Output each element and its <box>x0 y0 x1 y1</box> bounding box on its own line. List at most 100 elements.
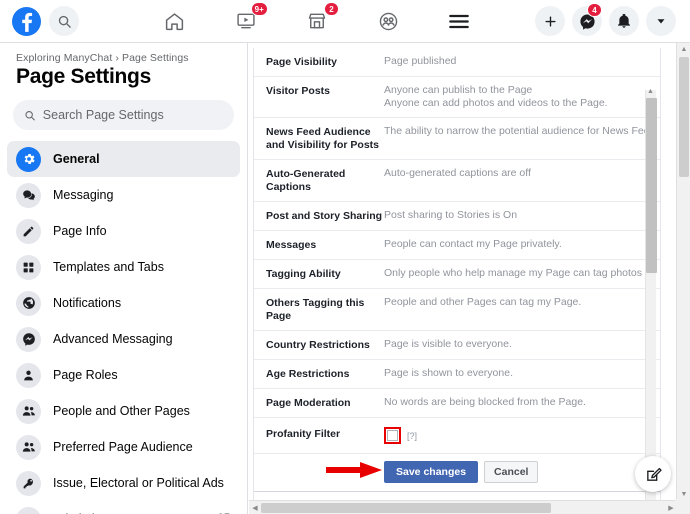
setting-label: Messages <box>266 239 317 251</box>
person-icon <box>16 362 41 388</box>
nav-tab-menu[interactable] <box>437 5 481 37</box>
inner-scrollbar-thumb[interactable] <box>646 98 657 273</box>
sidebar-item-general[interactable]: General <box>7 141 240 177</box>
profanity-checkbox-highlight <box>384 427 401 444</box>
sidebar-item-preferred-page-audience[interactable]: Preferred Page Audience <box>7 429 240 465</box>
sidebar-item-label: Page Info <box>53 224 107 238</box>
sidebar-item-people-and-other-pages[interactable]: People and Other Pages <box>7 393 240 429</box>
setting-value: Post sharing to Stories is On <box>384 209 650 222</box>
setting-label: Others Tagging this Page <box>266 297 365 322</box>
setting-value-line: People can contact my Page privately. <box>384 238 562 250</box>
browser-vertical-scrollbar[interactable]: ▲ ▼ <box>676 43 690 500</box>
setting-value: No words are being blocked from the Page… <box>384 396 650 409</box>
setting-row-post-and-story-sharing[interactable]: Post and Story Sharing Post sharing to S… <box>254 202 660 231</box>
sidebar-item-notifications[interactable]: Notifications <box>7 285 240 321</box>
save-changes-button[interactable]: Save changes <box>384 461 479 483</box>
chat-bubbles-icon <box>16 182 41 208</box>
setting-row-country-restrictions[interactable]: Country Restrictions Page is visible to … <box>254 331 660 360</box>
setting-label: Post and Story Sharing <box>266 210 383 222</box>
setting-row-visitor-posts[interactable]: Visitor Posts Anyone can publish to the … <box>254 77 660 118</box>
people-icon <box>16 434 41 460</box>
sidebar-item-page-roles[interactable]: Page Roles <box>7 357 240 393</box>
sidebar-item-page-info[interactable]: Page Info <box>7 213 240 249</box>
red-pointer-arrow <box>326 462 382 478</box>
setting-label: Visitor Posts <box>266 85 330 97</box>
sidebar-item-advanced-messaging[interactable]: Advanced Messaging <box>7 321 240 357</box>
horizontal-scrollbar-thumb[interactable] <box>261 503 551 513</box>
nav-tab-marketplace[interactable]: 2 <box>295 2 339 37</box>
setting-value: The ability to narrow the potential audi… <box>384 125 650 138</box>
floating-edit-button[interactable] <box>635 456 671 492</box>
nav-tab-watch[interactable]: 9+ <box>224 2 268 37</box>
facebook-logo[interactable] <box>12 6 41 36</box>
setting-value: Page published <box>384 55 650 68</box>
scroll-up-arrow[interactable]: ▲ <box>677 43 690 55</box>
sidebar-item-messaging[interactable]: Messaging <box>7 177 240 213</box>
page-title: Page Settings <box>16 65 151 88</box>
watch-badge: 9+ <box>250 2 268 16</box>
sidebar-item-label: Templates and Tabs <box>53 260 164 274</box>
sidebar-item-label: Page Roles <box>53 368 118 382</box>
nav-tab-home[interactable] <box>153 5 197 37</box>
help-tooltip-link[interactable]: [?] <box>407 431 417 441</box>
setting-value-line: Anyone can publish to the Page <box>384 84 533 96</box>
setting-row-profanity-filter: Profanity Filter [?] <box>254 418 660 453</box>
sidebar-item-templates-and-tabs[interactable]: Templates and Tabs <box>7 249 240 285</box>
setting-value: Only people who help manage my Page can … <box>384 267 650 280</box>
setting-value-line: The ability to narrow the potential audi… <box>384 125 650 137</box>
search-button[interactable] <box>49 6 79 36</box>
sidebar-item-ad-limits[interactable]: Ad Limits <box>7 501 240 514</box>
home-icon <box>165 12 184 30</box>
people-icon <box>16 398 41 424</box>
messenger-icon <box>16 326 41 352</box>
search-page-settings-box[interactable] <box>13 100 234 130</box>
setting-row-news-feed-audience[interactable]: News Feed Audience and Visibility for Po… <box>254 118 660 160</box>
setting-value: Page is shown to everyone. <box>384 367 650 380</box>
sidebar-item-label: Advanced Messaging <box>53 332 173 346</box>
setting-label: Age Restrictions <box>266 368 350 380</box>
setting-value-line: Only people who help manage my Page can … <box>384 267 650 279</box>
nav-right-group: 4 <box>535 3 690 36</box>
setting-row-auto-generated-captions[interactable]: Auto-Generated Captions Auto-generated c… <box>254 160 660 202</box>
sidebar-item-label: People and Other Pages <box>53 404 190 418</box>
account-menu-button[interactable] <box>646 6 676 36</box>
breadcrumb[interactable]: Exploring ManyChat › Page Settings <box>0 43 247 64</box>
nav-left-group <box>0 6 79 36</box>
profanity-filter-checkbox[interactable] <box>387 430 398 441</box>
setting-row-page-visibility[interactable]: Page Visibility Page published <box>254 48 660 77</box>
search-input[interactable] <box>42 108 223 122</box>
top-navigation-bar: 9+ 2 4 <box>0 0 690 43</box>
setting-row-others-tagging-this-page[interactable]: Others Tagging this Page People and othe… <box>254 289 660 331</box>
sidebar-item-label: Notifications <box>53 296 122 310</box>
facebook-logo-glyph <box>21 12 32 32</box>
setting-label: Profanity Filter <box>266 428 341 440</box>
horizontal-scrollbar[interactable]: ◀ ▶ <box>249 500 677 514</box>
setting-value-line: Post sharing to Stories is On <box>384 209 518 221</box>
general-settings-card: Page Visibility Page published Visitor P… <box>253 48 661 514</box>
hamburger-menu-icon <box>449 14 470 28</box>
groups-icon <box>379 12 397 30</box>
profanity-filter-actions: Save changes Cancel <box>254 453 660 492</box>
create-button[interactable] <box>535 6 565 36</box>
browser-scrollbar-thumb[interactable] <box>679 57 689 177</box>
settings-main-panel: Page Visibility Page published Visitor P… <box>249 43 677 514</box>
sidebar-item-label: General <box>53 152 100 166</box>
pencil-icon <box>16 218 41 244</box>
nav-tab-groups[interactable] <box>366 5 410 37</box>
sidebar-item-issue-electoral-or-political-ads[interactable]: Issue, Electoral or Political Ads <box>7 465 240 501</box>
cancel-button[interactable]: Cancel <box>484 461 539 483</box>
inner-scroll-up-arrow[interactable]: ▲ <box>646 88 655 95</box>
setting-value-line: Page published <box>384 55 457 67</box>
notifications-button[interactable] <box>609 6 639 36</box>
scroll-left-arrow[interactable]: ◀ <box>249 501 261 514</box>
plus-icon <box>544 15 556 27</box>
setting-value: Anyone can publish to the Page Anyone ca… <box>384 84 650 110</box>
inner-vertical-scrollbar[interactable] <box>645 90 657 514</box>
setting-row-page-moderation[interactable]: Page Moderation No words are being block… <box>254 389 660 418</box>
setting-value: Auto-generated captions are off <box>384 167 650 180</box>
setting-value-line: Anyone can add photos and videos to the … <box>384 97 608 109</box>
setting-row-messages[interactable]: Messages People can contact my Page priv… <box>254 231 660 260</box>
setting-row-tagging-ability[interactable]: Tagging Ability Only people who help man… <box>254 260 660 289</box>
setting-row-age-restrictions[interactable]: Age Restrictions Page is shown to everyo… <box>254 360 660 389</box>
messenger-button[interactable]: 4 <box>572 3 602 36</box>
